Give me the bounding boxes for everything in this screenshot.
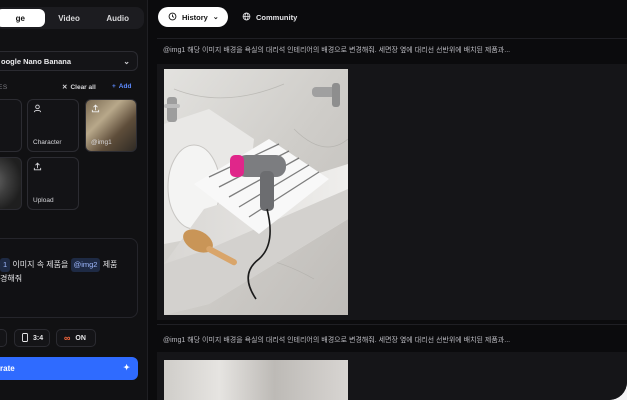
close-icon: ✕ xyxy=(62,84,68,91)
image-slot-upload[interactable]: Upload xyxy=(27,157,79,210)
tab-audio[interactable]: Audio xyxy=(93,9,142,27)
globe-icon xyxy=(242,12,251,23)
tab-video[interactable]: Video xyxy=(45,9,94,27)
prompt-fragment: 이미지 속 제품을 xyxy=(10,260,71,269)
slot-label: @img1 xyxy=(91,139,112,146)
images-header-label: ES xyxy=(0,84,8,91)
generate-label: rate xyxy=(0,364,15,373)
model-select-label: oogle Nano Banana xyxy=(1,56,72,66)
community-button[interactable]: Community xyxy=(232,7,307,27)
mode-tabs: ge Video Audio xyxy=(0,7,144,29)
clear-all-label: Clear all xyxy=(70,83,96,91)
sparkle-icon: ✦ xyxy=(123,363,130,372)
add-label: Add xyxy=(118,83,132,90)
prompt-fragment: 제품 xyxy=(100,260,118,269)
aspect-ratio-button[interactable]: 3:4 xyxy=(14,329,50,347)
history-label: History xyxy=(182,12,208,22)
app-frame: ge Video Audio oogle Nano Banana ⌄ ES ✕ … xyxy=(0,0,627,400)
aspect-ratio-label: 3:4 xyxy=(33,334,44,342)
infinity-icon: ∞ xyxy=(64,333,71,343)
history-icon xyxy=(168,12,177,23)
image-slot-character[interactable]: Character xyxy=(27,99,79,152)
model-select[interactable]: oogle Nano Banana ⌄ xyxy=(0,51,138,71)
clear-all-button[interactable]: ✕ Clear all xyxy=(62,83,96,92)
prompt-text: 1 이미지 속 제품을 @img2 제품 경해줘 xyxy=(0,258,140,286)
upload-icon xyxy=(33,162,42,173)
tab-image[interactable]: ge xyxy=(0,9,45,27)
generate-button[interactable]: rate ✦ xyxy=(0,357,138,380)
image-slot-watch[interactable] xyxy=(0,157,22,210)
feed-caption: @img1 해당 이미지 배경을 욕실의 대리석 인테리어의 배경으로 변경해줘… xyxy=(163,337,511,344)
images-header: ES ✕ Clear all + Add xyxy=(0,82,148,94)
left-panel: ge Video Audio oogle Nano Banana ⌄ ES ✕ … xyxy=(0,0,148,400)
slot-label: Character xyxy=(33,139,62,146)
feed-caption: @img1 해당 이미지 배경을 욕실의 대리석 인테리어의 배경으로 변경해줘… xyxy=(163,47,511,54)
chevron-down-icon: ⌄ xyxy=(212,14,219,21)
prompt-fragment: 경해줘 xyxy=(0,274,23,283)
option-button-partial[interactable] xyxy=(0,329,7,347)
community-label: Community xyxy=(256,12,298,22)
image-slot-empty[interactable] xyxy=(0,99,22,152)
loop-toggle[interactable]: ∞ ON xyxy=(56,329,96,347)
img-ref-chip[interactable]: 1 xyxy=(0,258,11,272)
plus-icon: + xyxy=(112,83,116,90)
history-button[interactable]: History ⌄ xyxy=(158,7,228,27)
add-button[interactable]: + Add xyxy=(112,83,131,90)
divider xyxy=(157,38,627,39)
upload-icon xyxy=(91,104,100,115)
chevron-down-icon: ⌄ xyxy=(123,57,130,66)
image-slot-img1[interactable]: @img1 xyxy=(85,99,137,152)
phone-icon xyxy=(22,332,28,344)
toggle-label: ON xyxy=(75,334,86,342)
img-ref-chip[interactable]: @img2 xyxy=(70,258,101,272)
generated-image[interactable] xyxy=(164,69,348,315)
person-icon xyxy=(33,104,42,115)
generated-image[interactable] xyxy=(164,360,348,400)
slot-label: Upload xyxy=(33,197,54,204)
divider xyxy=(157,324,627,325)
